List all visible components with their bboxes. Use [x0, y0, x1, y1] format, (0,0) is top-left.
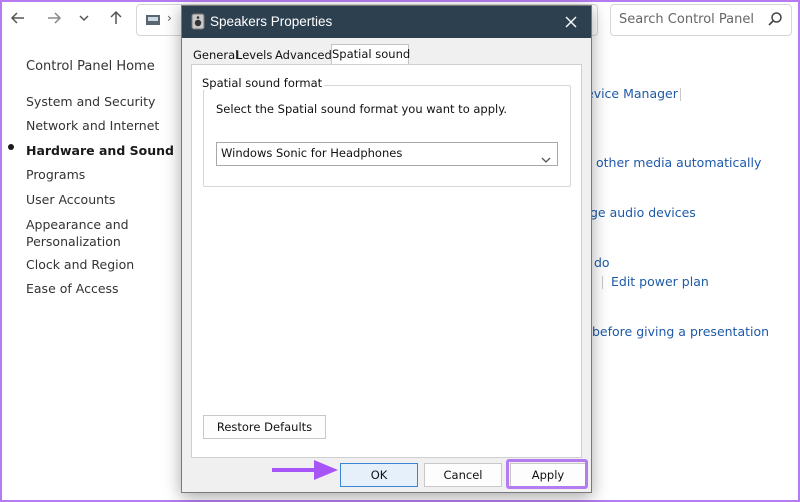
tab-spatial-sound[interactable]: Spatial sound [331, 44, 410, 65]
pointer-arrow-icon [272, 460, 338, 480]
nav-system-and-security[interactable]: System and Security [26, 93, 155, 110]
tab-advanced[interactable]: Advanced [275, 47, 332, 64]
cancel-button[interactable]: Cancel [424, 463, 502, 487]
link-separator [680, 88, 681, 101]
spatial-sound-format-group [203, 85, 571, 187]
dialog-titlebar[interactable]: Speakers Properties [182, 6, 591, 38]
active-nav-bullet [8, 144, 14, 150]
nav-hardware-and-sound[interactable]: Hardware and Sound [26, 142, 174, 159]
chevron-down-icon[interactable] [70, 6, 98, 30]
nav-user-accounts[interactable]: User Accounts [26, 191, 115, 208]
link-device-manager[interactable]: evice Manager [586, 86, 678, 101]
ok-button[interactable]: OK [340, 463, 418, 487]
search-icon[interactable] [767, 11, 783, 27]
nav-appearance-line1[interactable]: Appearance and [26, 216, 129, 233]
group-description: Select the Spatial sound format you want… [216, 102, 508, 116]
search-placeholder: Search Control Panel [619, 12, 754, 27]
tab-levels[interactable]: Levels [236, 47, 272, 64]
nav-programs[interactable]: Programs [26, 166, 85, 183]
dialog-title: Speakers Properties [210, 14, 333, 29]
spatial-format-select[interactable]: Windows Sonic for Headphones [216, 142, 558, 166]
nav-appearance-line2[interactable]: Personalization [26, 233, 121, 250]
restore-defaults-button[interactable]: Restore Defaults [203, 415, 326, 439]
up-arrow-icon[interactable] [102, 6, 130, 30]
close-icon[interactable] [561, 12, 581, 32]
link-power-buttons[interactable]: do [594, 255, 610, 270]
back-arrow-icon[interactable] [4, 6, 32, 30]
nav-network-and-internet[interactable]: Network and Internet [26, 117, 159, 134]
nav-clock-and-region[interactable]: Clock and Region [26, 256, 134, 273]
link-play-media-automatically[interactable]: other media automatically [596, 155, 761, 170]
control-panel-icon [145, 12, 163, 31]
chevron-down-icon[interactable] [541, 149, 551, 163]
apply-highlight [506, 459, 588, 489]
speakers-properties-dialog: Speakers Properties General Levels Advan… [181, 5, 592, 493]
search-input[interactable]: Search Control Panel [610, 4, 792, 36]
link-manage-audio-devices[interactable]: ge audio devices [590, 205, 696, 220]
nav-ease-of-access[interactable]: Ease of Access [26, 280, 119, 297]
link-presentation-settings[interactable]: before giving a presentation [592, 324, 769, 339]
group-label: Spatial sound format [200, 76, 325, 90]
forward-arrow-icon[interactable] [40, 6, 68, 30]
breadcrumb-chevron-icon: › [167, 11, 172, 25]
link-separator [602, 276, 603, 289]
spatial-sound-panel [191, 64, 582, 458]
selected-format: Windows Sonic for Headphones [221, 146, 403, 160]
speaker-icon [191, 13, 205, 30]
nav-control-panel-home[interactable]: Control Panel Home [26, 58, 155, 75]
link-edit-power-plan[interactable]: Edit power plan [611, 274, 709, 289]
tab-general[interactable]: General [193, 47, 238, 64]
